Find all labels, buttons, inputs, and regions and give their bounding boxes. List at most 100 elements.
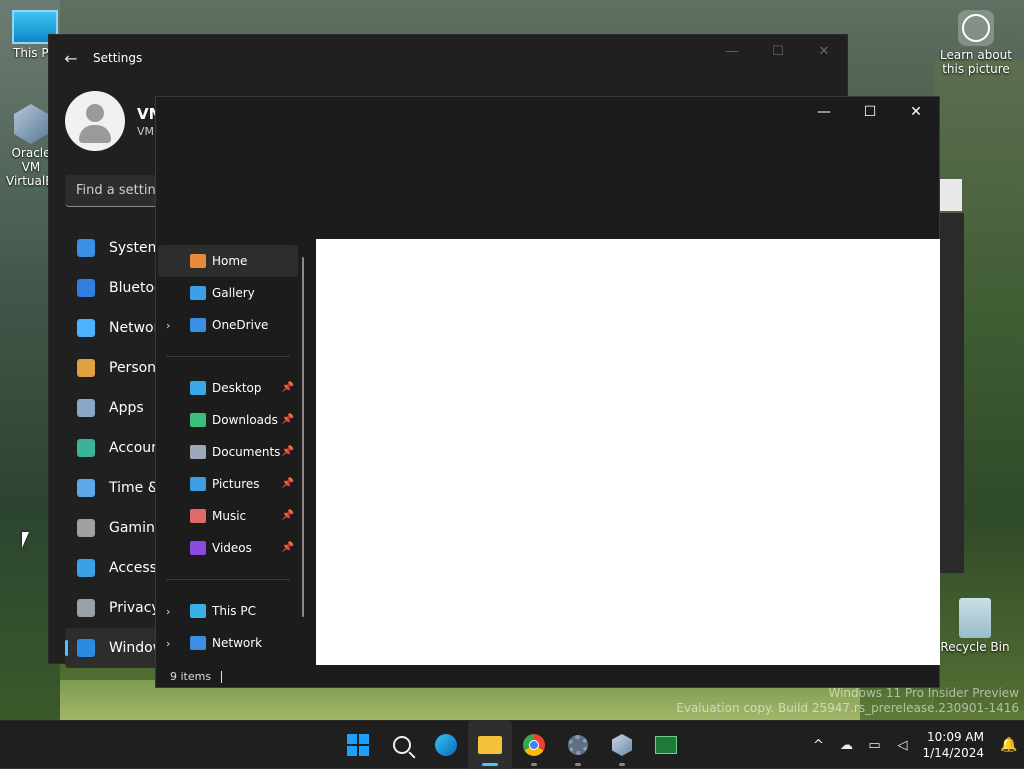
explorer-nav-item[interactable]: Home: [158, 245, 298, 277]
explorer-nav-item[interactable]: Documents 📌: [158, 436, 298, 468]
settings-nav-icon: [77, 599, 95, 617]
pin-icon[interactable]: 📌: [282, 478, 294, 489]
watermark-line-2: Evaluation copy. Build 25947.rs_prerelea…: [676, 701, 1019, 715]
recycle-bin-icon: [959, 598, 991, 638]
pin-icon[interactable]: 📌: [282, 446, 294, 457]
taskbar-edge-beta[interactable]: [424, 721, 468, 769]
folder-icon: [190, 604, 206, 618]
explorer-content-area[interactable]: [316, 239, 940, 665]
desktop-icon-label: Learn about this picture: [940, 48, 1012, 76]
explorer-nav-item[interactable]: Downloads 📌: [158, 404, 298, 436]
maximize-button[interactable]: ☐: [847, 97, 893, 127]
settings-title: Settings: [93, 51, 143, 65]
settings-titlebar[interactable]: ← Settings — ☐ ✕: [49, 35, 847, 81]
explorer-nav-item[interactable]: Gallery: [158, 277, 298, 309]
taskbar-task-manager[interactable]: [644, 721, 688, 769]
settings-nav-icon: [77, 279, 95, 297]
settings-nav-label: System: [109, 240, 162, 256]
mouse-cursor: [22, 532, 29, 548]
desktop-icon-learn-about-picture[interactable]: Learn about this picture: [936, 10, 1016, 76]
camera-icon: [958, 10, 994, 46]
avatar: [65, 91, 125, 151]
user-profile[interactable]: VM VM: [65, 91, 164, 151]
close-button[interactable]: ✕: [893, 97, 939, 127]
folder-icon: [190, 477, 206, 491]
explorer-window-controls: — ☐ ✕: [801, 97, 939, 127]
clock-date: 1/14/2024: [922, 746, 984, 760]
show-hidden-icons-chevron-icon[interactable]: ^: [804, 738, 832, 753]
settings-nav-icon: [77, 359, 95, 377]
minimize-button[interactable]: —: [801, 97, 847, 127]
taskbar-search-button[interactable]: [380, 721, 424, 769]
navigation-scrollbar[interactable]: [302, 257, 304, 617]
desktop-icon-recycle-bin[interactable]: Recycle Bin: [940, 598, 1010, 654]
watermark-line-1: Windows 11 Pro Insider Preview: [828, 686, 1019, 700]
clock[interactable]: 10:09 AM 1/14/2024: [922, 729, 984, 761]
onedrive-cloud-icon[interactable]: ☁: [832, 738, 860, 753]
taskbar-file-explorer[interactable]: [468, 721, 512, 769]
explorer-nav-label: Videos: [212, 541, 252, 555]
minimize-button[interactable]: —: [709, 35, 755, 67]
folder-icon: [190, 541, 206, 555]
explorer-nav-label: Network: [212, 636, 263, 650]
nav-divider: [166, 579, 290, 580]
close-button[interactable]: ✕: [801, 35, 847, 67]
explorer-nav-label: Documents: [212, 445, 281, 459]
clock-time: 10:09 AM: [927, 730, 984, 744]
explorer-nav-label: Home: [212, 254, 248, 268]
folder-icon: [190, 318, 206, 332]
taskbar-virtualbox[interactable]: [600, 721, 644, 769]
settings-nav-icon: [77, 239, 95, 257]
notification-bell-icon[interactable]: 🔔: [994, 737, 1024, 753]
folder-icon: [190, 509, 206, 523]
explorer-nav-item[interactable]: › OneDrive: [158, 309, 298, 341]
explorer-nav-item[interactable]: › This PC: [158, 595, 298, 627]
search-icon: [393, 736, 411, 754]
windows-logo-icon: [347, 734, 369, 756]
network-icon[interactable]: ▭: [860, 738, 888, 753]
pin-icon[interactable]: 📌: [282, 510, 294, 521]
explorer-nav-label: Pictures: [212, 477, 260, 491]
settings-nav-icon: [77, 319, 95, 337]
explorer-nav-item[interactable]: Videos 📌: [158, 532, 298, 564]
settings-nav-icon: [77, 399, 95, 417]
settings-nav-icon: [77, 439, 95, 457]
virtualbox-icon: [14, 104, 48, 144]
desktop-icon-label: Recycle Bin: [940, 640, 1010, 654]
folder-icon: [190, 381, 206, 395]
explorer-nav-item[interactable]: › Network: [158, 627, 298, 659]
chevron-right-icon[interactable]: ›: [166, 637, 180, 650]
explorer-nav-label: Music: [212, 509, 247, 523]
pin-icon[interactable]: 📌: [282, 414, 294, 425]
settings-nav-icon: [77, 479, 95, 497]
background-window-edge: [938, 179, 962, 211]
folder-icon: [190, 445, 206, 459]
nav-divider: [166, 356, 290, 357]
back-arrow-icon[interactable]: ←: [49, 49, 93, 68]
pin-icon[interactable]: 📌: [282, 382, 294, 393]
taskbar-chrome[interactable]: [512, 721, 556, 769]
maximize-button[interactable]: ☐: [755, 35, 801, 67]
taskbar: ^ ☁ ▭ ◁ 10:09 AM 1/14/2024 🔔: [0, 720, 1024, 769]
explorer-nav-label: Desktop: [212, 381, 262, 395]
start-button[interactable]: [336, 721, 380, 769]
explorer-nav-item[interactable]: Desktop 📌: [158, 372, 298, 404]
chevron-right-icon[interactable]: ›: [166, 319, 180, 332]
taskbar-settings[interactable]: [556, 721, 600, 769]
chrome-icon: [523, 734, 545, 756]
settings-nav-icon: [77, 639, 95, 657]
folder-icon: [190, 636, 206, 650]
task-manager-icon: [655, 736, 677, 754]
settings-nav-icon: [77, 559, 95, 577]
pin-icon[interactable]: 📌: [282, 542, 294, 553]
settings-nav-icon: [77, 519, 95, 537]
explorer-nav-item[interactable]: Music 📌: [158, 500, 298, 532]
settings-nav-label: Apps: [109, 400, 144, 416]
running-indicator: [482, 763, 498, 766]
file-explorer-window: — ☐ ✕ Home Gallery › OneDrive Desktop 📌 Downlo…: [155, 96, 940, 688]
explorer-nav-item[interactable]: Pictures 📌: [158, 468, 298, 500]
virtualbox-icon: [612, 734, 632, 756]
folder-icon: [190, 286, 206, 300]
chevron-right-icon[interactable]: ›: [166, 605, 180, 618]
volume-muted-icon[interactable]: ◁: [888, 738, 916, 753]
